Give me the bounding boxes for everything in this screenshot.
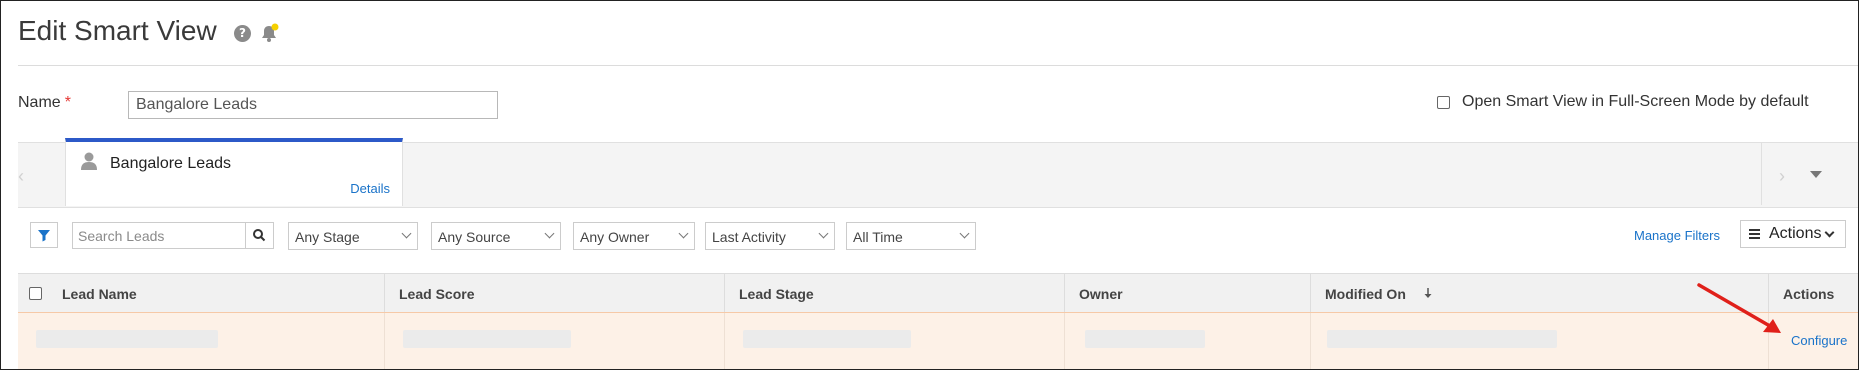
grid-header: Lead Name Lead Score Lead Stage Owner Mo… [18,273,1858,314]
source-select[interactable]: Any Source [431,222,561,250]
user-icon [81,152,97,170]
page-title: Edit Smart View [18,15,217,46]
column-header-label: Lead Score [399,286,475,302]
required-mark: * [64,94,71,111]
chevron-down-icon [401,228,412,239]
chevron-down-icon [678,228,689,239]
table-row[interactable] [18,313,1858,369]
search-input[interactable] [72,222,246,249]
activity-select-value: Last Activity [712,229,786,245]
tab-title: Bangalore Leads [110,155,231,172]
column-header-owner[interactable]: Owner [1065,274,1311,312]
column-header-label: Modified On [1325,286,1406,302]
cell-lead-stage [725,313,1065,369]
manage-filters-link[interactable]: Manage Filters [1634,228,1720,243]
name-field[interactable] [128,91,498,119]
loading-placeholder [1327,330,1557,348]
loading-placeholder [743,330,911,348]
title-divider [18,65,1858,66]
chevron-down-icon [544,228,555,239]
column-header-lead-name[interactable]: Lead Name [18,274,385,312]
cell-lead-score [385,313,725,369]
search-icon [253,229,266,242]
loading-placeholder [1085,330,1205,348]
source-select-value: Any Source [438,229,511,245]
smart-view-editor: Edit Smart View ? Name* Open Smart View … [0,0,1859,370]
column-header-label: Lead Stage [739,286,814,302]
fullscreen-label: Open Smart View in Full-Screen Mode by d… [1462,93,1809,110]
chevron-down-icon [818,228,829,239]
column-header-label: Owner [1079,286,1123,302]
cell-owner [1065,313,1311,369]
time-select-value: All Time [853,229,903,245]
tab-next-icon[interactable]: › [1779,166,1785,187]
owner-select-value: Any Owner [580,229,650,245]
loading-placeholder [403,330,571,348]
help-icon[interactable]: ? [234,25,251,42]
column-header-lead-score[interactable]: Lead Score [385,274,725,312]
column-header-label: Lead Name [62,286,137,302]
tab-prev-icon[interactable]: ‹ [18,166,38,187]
tab-dropdown-icon[interactable] [1810,171,1822,178]
actions-button[interactable]: Actions [1740,220,1846,248]
stage-select-value: Any Stage [295,229,360,245]
red-arrow-icon [1697,283,1781,333]
search-button[interactable] [245,222,274,249]
select-all-checkbox[interactable] [29,287,42,300]
activity-select[interactable]: Last Activity [705,222,835,250]
name-label-text: Name [18,94,61,111]
fullscreen-option[interactable]: Open Smart View in Full-Screen Mode by d… [1437,93,1809,111]
column-header-lead-stage[interactable]: Lead Stage [725,274,1065,312]
loading-placeholder [36,330,218,348]
configure-link[interactable]: Configure [1791,333,1847,348]
owner-select[interactable]: Any Owner [573,222,695,250]
time-select[interactable]: All Time [846,222,976,250]
hamburger-icon [1749,229,1760,241]
filter-button[interactable] [30,222,58,248]
cell-lead-name [18,313,385,369]
stage-select[interactable]: Any Stage [288,222,418,250]
name-label: Name * [18,94,71,112]
chevron-down-icon [1824,227,1835,238]
chevron-down-icon [959,228,970,239]
actions-button-label: Actions [1769,225,1822,242]
tab-bangalore-leads[interactable]: Bangalore Leads Details [65,138,403,206]
sort-desc-icon[interactable] [1423,287,1433,299]
filter-icon [38,230,50,242]
details-link[interactable]: Details [350,181,390,196]
fullscreen-checkbox[interactable] [1437,95,1450,109]
bell-icon[interactable] [258,22,280,44]
